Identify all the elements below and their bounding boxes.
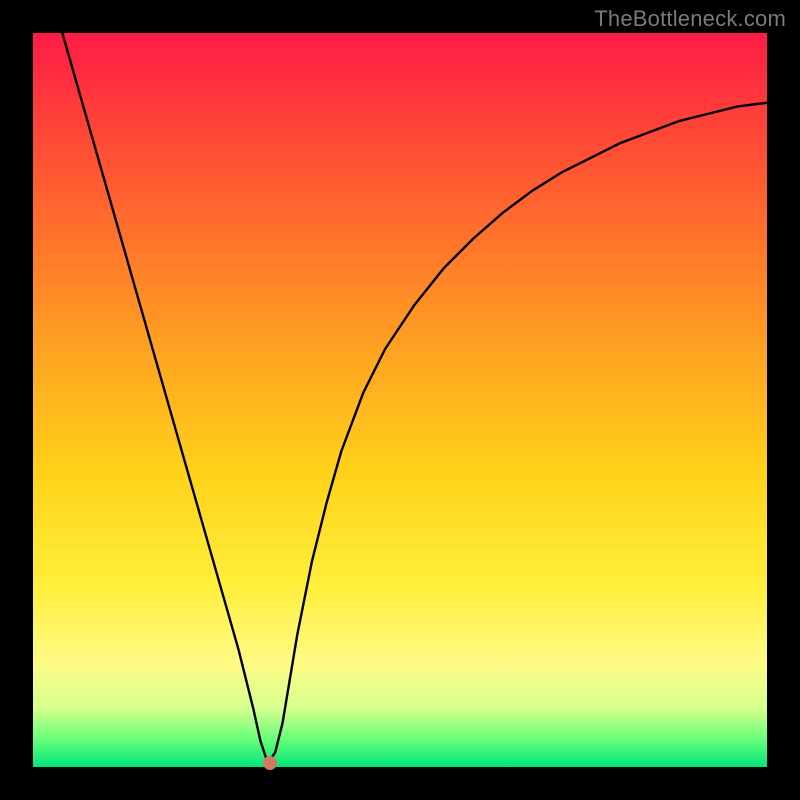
chart-frame: TheBottleneck.com bbox=[0, 0, 800, 800]
minimum-marker-dot bbox=[263, 756, 277, 770]
bottleneck-curve bbox=[33, 33, 767, 767]
plot-area bbox=[33, 33, 767, 767]
watermark-text: TheBottleneck.com bbox=[594, 6, 786, 32]
